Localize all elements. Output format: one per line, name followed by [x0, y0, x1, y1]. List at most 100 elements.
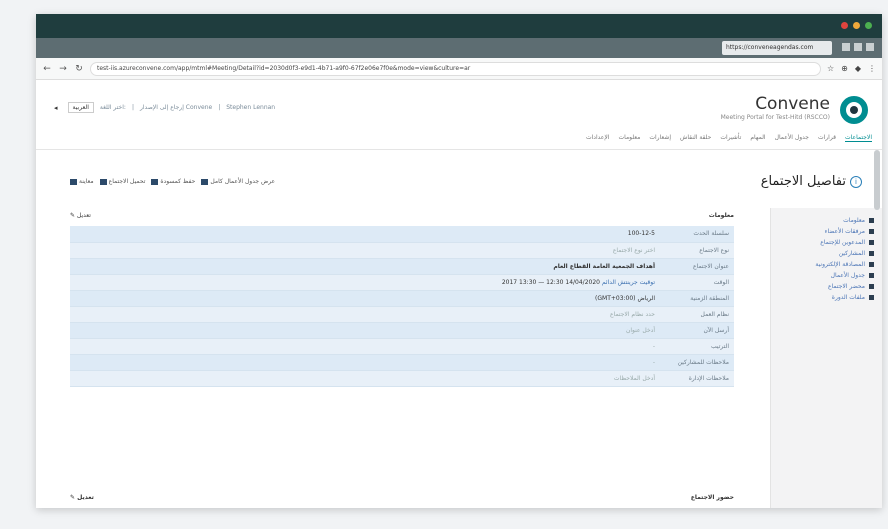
nav-item-info[interactable]: معلومات	[618, 134, 640, 142]
order-label: الترتيب	[660, 338, 734, 355]
sidebar-item-label: المصادقة الإلكترونية	[815, 261, 865, 268]
app-header: Convene Meeting Portal for Test-Hitd (RS…	[36, 80, 882, 150]
extension-icons: ☆ ⊕ ◆ ⋮	[827, 64, 876, 73]
zoom-icon[interactable]: ⊕	[841, 64, 848, 73]
header-tools: ◂ العربية اختر اللغة: | إرجاع إلى الإصدا…	[54, 102, 275, 113]
download-meeting-button[interactable]: تحميل الاجتماع	[99, 178, 146, 185]
time-value: 14/04/2020 12:30 — 13:30 2017	[501, 278, 600, 286]
sidebar-item-member-attachments[interactable]: مرفقات الأعضاء	[771, 227, 874, 236]
full-agenda-label: عرض جدول الأعمال كامل	[210, 178, 276, 185]
sidebar-item-label: مرفقات الأعضاء	[824, 228, 865, 235]
table-row: أدخل الملاحظات ملاحظات الإدارة	[70, 370, 734, 387]
download-icon	[99, 178, 107, 185]
reload-icon[interactable]: ↻	[74, 64, 84, 74]
convene-logo-icon	[840, 96, 868, 124]
timezone-value: (GMT+03:00) الرياض	[370, 290, 660, 307]
url-input[interactable]: test-iis.azureconvene.com/app/mtml#Meeti…	[90, 61, 821, 76]
user-link[interactable]: Stephen Lennan	[226, 104, 275, 111]
edit-label: تعديل	[76, 212, 91, 219]
send-now-value[interactable]: أدخل عنوان	[370, 322, 660, 339]
sidebar-item-info[interactable]: معلومات	[771, 216, 874, 225]
table-row: اختر نوع الاجتماع نوع الاجتماع	[70, 242, 734, 259]
edit-attendees-button[interactable]: ✎ تعديل	[70, 494, 94, 501]
user-icon	[869, 229, 874, 234]
order-value: -	[370, 338, 660, 355]
preview-button[interactable]: معاينة	[70, 178, 94, 185]
minimize-dot[interactable]	[853, 22, 860, 29]
user-icon	[869, 240, 874, 245]
sidebar-item-session-files[interactable]: ملفات الدورة	[771, 293, 874, 302]
meeting-type-label: نوع الاجتماع	[660, 242, 734, 259]
admin-notes-label: ملاحظات الإدارة	[660, 370, 734, 387]
table-row: أهداف الجمعية العامة القطاع العام عنوان ا…	[70, 258, 734, 275]
sidebar-item-invitees[interactable]: المدعوين للإجتماع	[771, 238, 874, 247]
convene-return-link[interactable]: إرجاع إلى الإصدار Convene	[140, 104, 212, 111]
save-icon	[151, 178, 159, 185]
series-label: سلسلة الحدث	[660, 226, 734, 243]
divider: |	[131, 104, 134, 111]
sidebar-item-participants[interactable]: المشاركين	[771, 249, 874, 258]
edit-info-button[interactable]: ✎ تعديل	[70, 212, 91, 219]
close-dot[interactable]	[841, 22, 848, 29]
full-agenda-button[interactable]: عرض جدول الأعمال كامل	[201, 178, 275, 185]
download-label: تحميل الاجتماع	[108, 178, 146, 185]
nav-item-resolutions[interactable]: قرارات	[818, 134, 836, 142]
browser-tab[interactable]: https://conveneagendas.com	[722, 41, 832, 55]
main-nav: الاجتماعات قرارات جدول الأعمال المهام تأ…	[586, 134, 872, 142]
preview-label: معاينة	[79, 178, 94, 185]
meeting-title-value: أهداف الجمعية العامة القطاع العام	[370, 258, 660, 275]
nav-item-discussion[interactable]: حلقة النقاش	[680, 134, 711, 142]
tab-max-icon[interactable]	[854, 43, 862, 51]
section-sidebar: معلومات مرفقات الأعضاء المدعوين للإجتماع…	[770, 208, 882, 508]
nav-item-annotations[interactable]: تأشيرات	[720, 134, 741, 142]
nav-item-agenda[interactable]: جدول الأعمال	[775, 134, 809, 142]
nav-item-tasks[interactable]: المهام	[750, 134, 765, 142]
back-icon[interactable]: ←	[42, 64, 52, 74]
scrollbar[interactable]	[874, 150, 880, 210]
sidebar-item-agenda[interactable]: جدول الأعمال	[771, 271, 874, 280]
language-select[interactable]: العربية	[67, 102, 94, 113]
action-toolbar: معاينة تحميل الاجتماع حفظ كمسودة عرض جدو…	[70, 178, 275, 185]
window-controls	[841, 22, 872, 29]
send-now-label: أرسل الآن	[660, 322, 734, 339]
tab-min-icon[interactable]	[842, 43, 850, 51]
tab-close-icon[interactable]	[866, 43, 874, 51]
work-system-value[interactable]: حدد نظام الاجتماع	[370, 306, 660, 323]
preview-icon	[70, 178, 77, 185]
forward-icon[interactable]: →	[58, 64, 68, 74]
menu-icon[interactable]: ⋮	[868, 64, 876, 73]
document-icon	[869, 284, 874, 289]
info-icon: i	[850, 175, 862, 188]
bookmark-icon[interactable]: ☆	[827, 64, 834, 73]
table-row: - الترتيب	[70, 338, 734, 355]
save-draft-button[interactable]: حفظ كمسودة	[151, 178, 195, 185]
user-icon	[869, 262, 874, 267]
edit-attendees-label: تعديل	[77, 494, 94, 501]
document-icon	[869, 273, 874, 278]
table-row: - ملاحظات للمشاركين	[70, 354, 734, 371]
table-row: أدخل عنوان أرسل الآن	[70, 322, 734, 339]
table-row: حدد نظام الاجتماع نظام العمل	[70, 306, 734, 323]
sidebar-item-label: جدول الأعمال	[830, 272, 865, 279]
table-row: (GMT+03:00) الرياض المنطقة الزمنية	[70, 290, 734, 307]
work-system-label: نظام العمل	[660, 306, 734, 323]
caret-icon[interactable]: ◂	[54, 104, 58, 112]
table-row: توقيت جرينتش الدائم 14/04/2020 12:30 — 1…	[70, 274, 734, 291]
sidebar-item-minutes[interactable]: محضر الاجتماع	[771, 282, 874, 291]
info-icon	[869, 218, 874, 223]
timezone-link[interactable]: توقيت جرينتش الدائم	[602, 279, 655, 286]
maximize-dot[interactable]	[865, 22, 872, 29]
timezone-label: المنطقة الزمنية	[660, 290, 734, 307]
meeting-type-value[interactable]: اختر نوع الاجتماع	[370, 242, 660, 259]
nav-item-notifications[interactable]: إشعارات	[649, 134, 671, 142]
participant-notes-label: ملاحظات للمشاركين	[660, 354, 734, 371]
time-cell: توقيت جرينتش الدائم 14/04/2020 12:30 — 1…	[370, 274, 660, 291]
nav-item-settings[interactable]: الإعدادات	[586, 134, 609, 142]
meeting-info-table: 100-12-5 سلسلة الحدث اختر نوع الاجتماع نوع…	[70, 226, 734, 387]
user-icon	[869, 251, 874, 256]
admin-notes-value[interactable]: أدخل الملاحظات	[370, 370, 660, 387]
extension-icon[interactable]: ◆	[855, 64, 861, 73]
page-title-text: تفاصيل الاجتماع	[760, 174, 846, 189]
sidebar-item-e-approval[interactable]: المصادقة الإلكترونية	[771, 260, 874, 269]
nav-item-meetings[interactable]: الاجتماعات	[845, 134, 872, 142]
